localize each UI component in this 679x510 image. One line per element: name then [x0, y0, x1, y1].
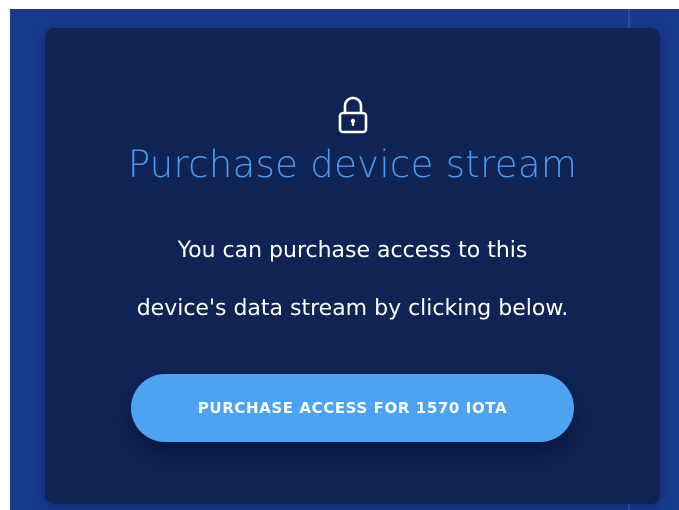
description-line-1: You can purchase access to this — [177, 238, 528, 263]
purchase-access-button[interactable]: PURCHASE ACCESS FOR 1570 IOTA — [131, 374, 574, 442]
purchase-card: Purchase device stream You can purchase … — [45, 28, 660, 504]
description-line-2: device's data stream by clicking below. — [136, 296, 569, 321]
page-background: Purchase device stream You can purchase … — [10, 9, 679, 510]
lock-icon — [335, 94, 371, 134]
card-description: You can purchase access to this device's… — [45, 222, 660, 338]
card-title: Purchase device stream — [127, 143, 578, 186]
